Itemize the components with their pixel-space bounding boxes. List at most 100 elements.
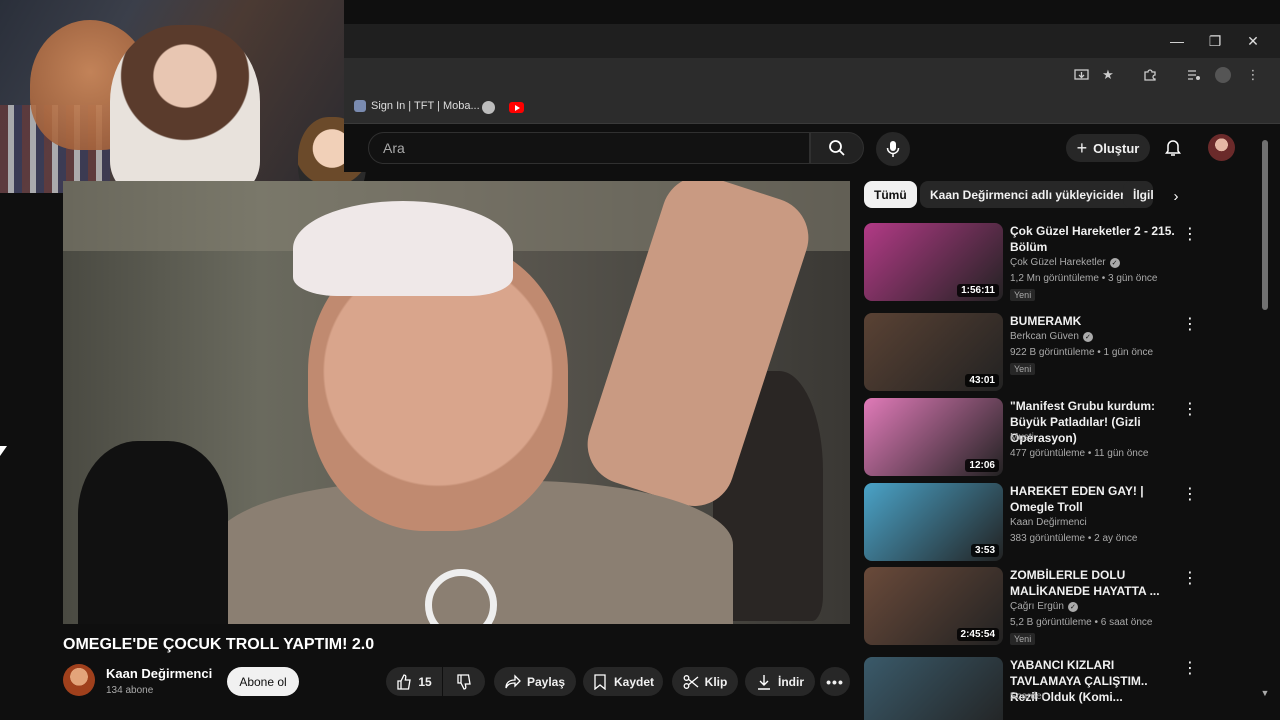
more-horizontal-icon: ••• <box>826 673 844 690</box>
recommendation-channel[interactable]: Kaan Değirmenci <box>1010 517 1087 528</box>
close-button[interactable]: ✕ <box>1234 24 1272 58</box>
more-actions-button[interactable]: ••• <box>820 667 850 696</box>
save-button[interactable]: Kaydet <box>583 667 663 696</box>
search-icon <box>829 140 845 156</box>
recommendation-channel[interactable]: Scarder <box>1010 691 1045 702</box>
verified-check-icon: ✓ <box>1067 601 1078 612</box>
browser-titlebar: — ❐ ✕ <box>344 24 1280 58</box>
scissors-icon <box>683 674 699 689</box>
more-vertical-icon[interactable]: ⋮ <box>1182 315 1198 335</box>
share-icon <box>505 673 521 688</box>
dislike-button[interactable] <box>443 667 485 696</box>
bookmarks-bar: Sign In | TFT | Moba... <box>344 92 1280 124</box>
duration-badge: 3:53 <box>970 544 999 557</box>
thumbs-down-icon <box>457 673 471 690</box>
voice-search-button[interactable] <box>876 132 910 166</box>
search-button[interactable] <box>810 132 864 164</box>
download-button[interactable]: İndir <box>745 667 815 696</box>
video-thumbnail[interactable]: 1:56:11 <box>864 223 1003 301</box>
video-frame-microphone <box>78 441 228 624</box>
recommendation-channel[interactable]: Musti <box>1010 432 1034 443</box>
notifications-bell-icon[interactable] <box>1162 136 1184 158</box>
like-button[interactable]: 15 <box>386 667 442 696</box>
chevron-right-icon[interactable]: › <box>1166 186 1186 206</box>
menu-kebab-icon[interactable]: ⋮ <box>1244 66 1262 84</box>
new-badge: Yeni <box>1010 363 1036 375</box>
video-thumbnail[interactable]: 3:53 <box>864 483 1003 561</box>
search-input[interactable]: Ara <box>368 132 810 164</box>
recommendation-item[interactable]: 3:53 HAREKET EDEN GAY! | Omegle Troll Kaan… <box>864 483 1198 563</box>
recommendation-title[interactable]: HAREKET EDEN GAY! | Omegle Troll <box>1010 483 1176 515</box>
mic-icon <box>886 141 900 157</box>
duration-badge: 1:56:11 <box>957 284 999 297</box>
restore-button[interactable]: ❐ <box>1196 24 1234 58</box>
account-avatar[interactable] <box>1208 134 1235 161</box>
webcam-overlay <box>0 0 344 193</box>
plus-icon: + <box>1076 137 1088 158</box>
recommendation-title[interactable]: ZOMBİLERLE DOLU MALİKANEDE HAYATTA ... <box>1010 567 1176 599</box>
chip-uploader[interactable]: Kaan Değirmenci adlı yükleyiciden <box>920 181 1138 208</box>
download-icon <box>758 674 770 690</box>
more-vertical-icon[interactable]: ⋮ <box>1182 659 1198 679</box>
more-vertical-icon[interactable]: ⋮ <box>1182 485 1198 505</box>
duration-badge: 2:45:54 <box>956 628 999 641</box>
subscribe-button[interactable]: Abone ol <box>227 667 299 696</box>
video-thumbnail[interactable] <box>864 657 1003 720</box>
share-button[interactable]: Paylaş <box>494 667 576 696</box>
channel-name[interactable]: Kaan Değirmenci <box>106 666 212 681</box>
recommendation-meta: 477 görüntüleme • 11 gün önce <box>1010 448 1149 459</box>
video-player[interactable] <box>63 181 850 624</box>
clip-button[interactable]: Klip <box>672 667 738 696</box>
recommendation-channel[interactable]: Çağrı Ergün ✓ <box>1010 601 1078 612</box>
video-thumbnail[interactable]: 43:01 <box>864 313 1003 391</box>
recommendation-title[interactable]: BUMERAMK <box>1010 313 1176 329</box>
channel-label: Scarder <box>1010 691 1046 702</box>
chip-related[interactable]: İlgili <box>1123 181 1153 208</box>
video-thumbnail[interactable]: 2:45:54 <box>864 567 1003 645</box>
verified-check-icon: ✓ <box>1109 257 1120 268</box>
more-vertical-icon[interactable]: ⋮ <box>1182 400 1198 420</box>
profile-icon[interactable] <box>1214 66 1232 84</box>
recommendation-channel[interactable]: Çok Güzel Hareketler ✓ <box>1010 257 1120 268</box>
channel-label: Berkcan Güven <box>1010 331 1079 342</box>
bookmark-tft[interactable]: Sign In | TFT | Moba... <box>354 100 480 112</box>
recommendation-meta: 922 B görüntüleme • 1 gün önce <box>1010 347 1154 358</box>
game-icon <box>354 100 366 112</box>
recommendation-channel[interactable]: Berkcan Güven ✓ <box>1010 331 1093 342</box>
scroll-down-arrow-icon[interactable]: ▼ <box>1259 688 1271 700</box>
recommendation-title[interactable]: "Manifest Grubu kurdum: Büyük Patladılar… <box>1010 398 1176 446</box>
more-vertical-icon[interactable]: ⋮ <box>1182 569 1198 589</box>
youtube-icon[interactable] <box>509 102 524 113</box>
browser-toolbar: ★ ⋮ <box>344 58 1280 92</box>
channel-label: Çağrı Ergün <box>1010 601 1064 612</box>
video-frame-hat <box>293 201 513 296</box>
scrollbar-thumb[interactable] <box>1262 140 1268 310</box>
youtube-header: Ara + Oluştur <box>344 124 1280 172</box>
recommendation-meta: 383 görüntüleme • 2 ay önce <box>1010 533 1138 544</box>
video-thumbnail[interactable]: 12:06 <box>864 398 1003 476</box>
channel-label: Çok Güzel Hareketler <box>1010 257 1106 268</box>
duration-badge: 12:06 <box>965 459 999 472</box>
recommendation-item[interactable]: 2:45:54 ZOMBİLERLE DOLU MALİKANEDE HAYATT… <box>864 567 1198 647</box>
recommendation-item[interactable]: 1:56:11 Çok Güzel Hareketler 2 - 215. Böl… <box>864 223 1198 303</box>
globe-icon[interactable] <box>482 101 495 114</box>
thumbs-up-icon <box>397 673 412 690</box>
bookmark-star-icon[interactable]: ★ <box>1099 66 1117 84</box>
media-control-icon[interactable] <box>1185 66 1203 84</box>
channel-avatar[interactable] <box>63 664 95 696</box>
minimize-button[interactable]: — <box>1158 24 1196 58</box>
more-vertical-icon[interactable]: ⋮ <box>1182 225 1198 245</box>
chip-all[interactable]: Tümü <box>864 181 917 208</box>
recommendation-meta: 5,2 B görüntüleme • 6 saat önce <box>1010 617 1153 628</box>
subscriber-count: 134 abone <box>106 685 154 696</box>
recommendation-title[interactable]: Çok Güzel Hareketler 2 - 215. Bölüm <box>1010 223 1176 255</box>
install-app-icon[interactable] <box>1072 66 1090 84</box>
recommendation-item[interactable]: 43:01 BUMERAMK Berkcan Güven ✓ 922 B görüntü… <box>864 313 1198 393</box>
video-title: OMEGLE'DE ÇOCUK TROLL YAPTIM! 2.0 <box>63 636 375 653</box>
extensions-icon[interactable] <box>1141 66 1159 84</box>
create-button[interactable]: + Oluştur <box>1066 134 1150 162</box>
recommendation-item[interactable]: 12:06 "Manifest Grubu kurdum: Büyük Patla… <box>864 398 1198 478</box>
recommendation-item[interactable]: YABANCI KIZLARI TAVLAMAYA ÇALIŞTIM.. Rez… <box>864 657 1198 720</box>
channel-label: Musti <box>1010 432 1034 443</box>
verified-check-icon: ✓ <box>1082 331 1093 342</box>
